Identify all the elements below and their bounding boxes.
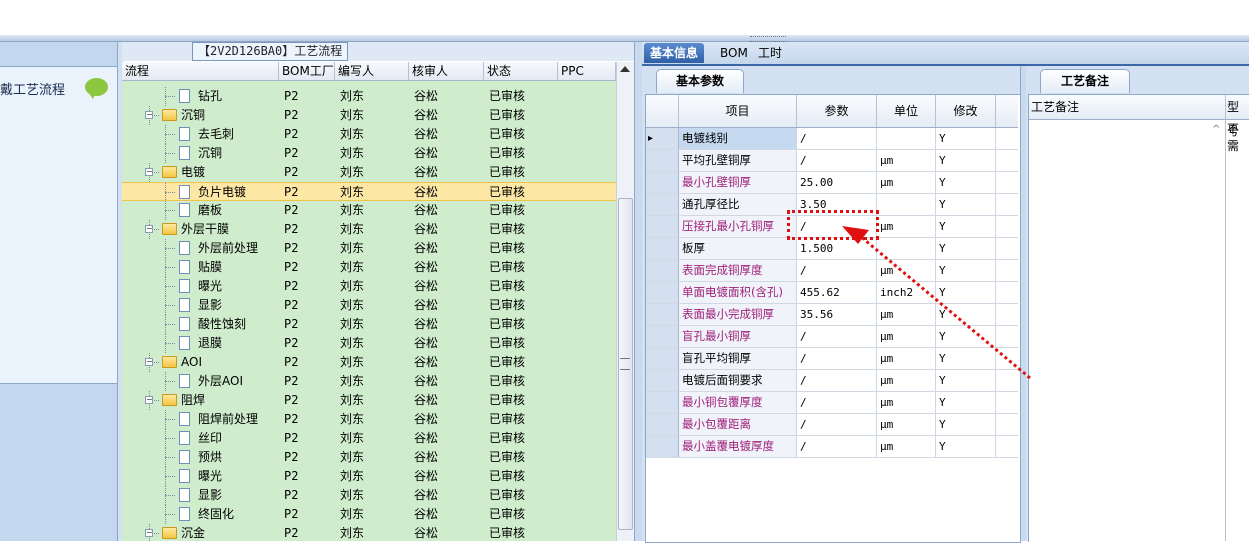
annotation-arrow-icon: [842, 226, 1031, 380]
